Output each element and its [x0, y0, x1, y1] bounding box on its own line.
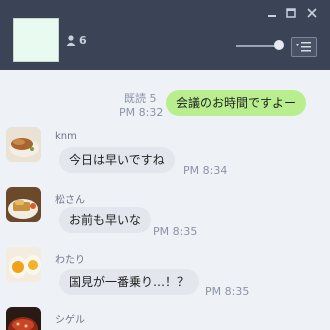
sender-avatar-shigeru[interactable]	[6, 307, 41, 330]
message-list[interactable]: 既読 5 PM 8:32 会議のお時間ですよー knm 今日は早いですね PM …	[0, 70, 330, 330]
message-time: PM 8:35	[205, 285, 250, 298]
maximize-icon[interactable]	[285, 7, 297, 19]
incoming-message-bubble[interactable]: 今日は早いですね	[59, 147, 175, 173]
menu-icon	[296, 42, 311, 52]
outgoing-message-bubble[interactable]: 会議のお時間ですよー	[166, 90, 307, 116]
message-time: PM 8:32	[119, 106, 164, 119]
sender-avatar-watari[interactable]	[6, 247, 41, 282]
sender-name: 松さん	[55, 195, 85, 206]
read-receipt: 既読 5	[124, 92, 157, 105]
person-icon	[66, 35, 76, 46]
chat-window: 6 既読 5 PM 8:32 会議のお時間ですよー knm 今日は早いですね P…	[0, 0, 330, 330]
close-icon[interactable]	[306, 7, 318, 19]
opacity-slider-handle[interactable]	[274, 40, 284, 50]
sender-avatar-knm[interactable]	[6, 127, 41, 162]
member-count-value: 6	[79, 34, 87, 47]
incoming-message-bubble[interactable]: お前も早いな	[59, 207, 152, 233]
chat-header: 6	[0, 0, 330, 70]
message-time: PM 8:34	[183, 164, 228, 177]
room-avatar[interactable]	[13, 18, 59, 62]
sender-name: シゲル	[55, 315, 85, 326]
sender-name: わたり	[55, 255, 85, 266]
member-count[interactable]: 6	[66, 34, 87, 47]
menu-button[interactable]	[291, 37, 317, 57]
sender-name: knm	[55, 131, 77, 142]
incoming-message-bubble[interactable]: 国見が一番乗り…！？	[59, 269, 200, 295]
minimize-icon[interactable]	[266, 7, 278, 19]
message-time: PM 8:35	[153, 225, 198, 238]
sender-avatar-matsu[interactable]	[6, 187, 41, 222]
